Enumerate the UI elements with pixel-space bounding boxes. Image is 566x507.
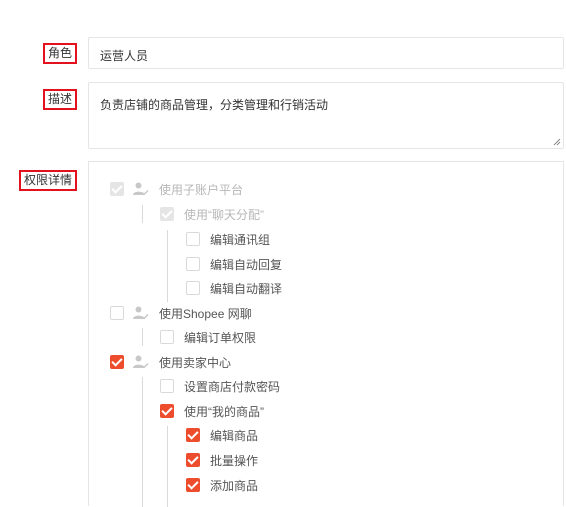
perm-label: 编辑商品 (210, 428, 259, 443)
checkbox[interactable] (186, 478, 200, 492)
checkbox[interactable] (110, 306, 124, 320)
role-label-text: 角色 (42, 43, 77, 64)
permissions-panel: 使用子账户平台 使用“聊天分配” 编辑通讯组 编辑自动回复 编辑自动翻译 使用S… (88, 161, 564, 507)
checkbox[interactable] (186, 232, 200, 246)
tree-line (142, 377, 143, 507)
checkbox[interactable] (186, 453, 200, 467)
checkbox[interactable] (186, 257, 200, 271)
perm-edit-products[interactable]: 编辑商品 (186, 426, 258, 444)
perm-my-products[interactable]: 使用“我的商品” (160, 402, 264, 420)
tree-line (142, 328, 143, 346)
perm-label: 设置商店付款密码 (184, 379, 281, 394)
permissions-label-text: 权限详情 (18, 170, 77, 191)
perm-edit-auto-translate[interactable]: 编辑自动翻译 (186, 279, 282, 297)
perm-chat-allocation[interactable]: 使用“聊天分配” (160, 205, 264, 223)
perm-edit-chat-group[interactable]: 编辑通讯组 (186, 230, 270, 248)
perm-label: 使用子账户平台 (159, 182, 244, 197)
perm-label: 使用Shopee 网聊 (159, 306, 252, 321)
perm-edit-auto-reply[interactable]: 编辑自动回复 (186, 255, 282, 273)
perm-edit-order-perms[interactable]: 编辑订单权限 (160, 328, 256, 346)
checkbox[interactable] (160, 404, 174, 418)
tree-line (167, 230, 168, 302)
perm-label: 添加商品 (210, 478, 259, 493)
role-label: 角色 (42, 43, 77, 64)
perm-label: 批量操作 (210, 453, 259, 468)
perm-label: 使用“聊天分配” (184, 207, 264, 222)
perm-label: 编辑自动翻译 (210, 281, 283, 296)
tree-line (167, 426, 168, 507)
perm-label: 编辑通讯组 (210, 232, 271, 247)
checkbox[interactable] (160, 207, 174, 221)
tree-line (142, 205, 143, 223)
role-input[interactable]: 运营人员 (88, 37, 564, 69)
perm-shopee-chat[interactable]: 使用Shopee 网聊 (110, 304, 252, 322)
permissions-label: 权限详情 (18, 170, 77, 191)
checkbox[interactable] (110, 355, 124, 369)
perm-label: 使用“我的商品” (184, 404, 264, 419)
perm-add-products[interactable]: 添加商品 (186, 476, 258, 494)
description-textarea[interactable]: 负责店铺的商品管理，分类管理和行销活动 (88, 82, 564, 149)
perm-label: 编辑订单权限 (184, 330, 257, 345)
perm-seller-centre[interactable]: 使用卖家中心 (110, 353, 231, 371)
checkbox[interactable] (186, 281, 200, 295)
checkbox[interactable] (160, 379, 174, 393)
description-label: 描述 (42, 89, 77, 110)
checkbox[interactable] (186, 428, 200, 442)
user-check-icon (133, 306, 149, 320)
perm-set-shop-payment-pwd[interactable]: 设置商店付款密码 (160, 377, 280, 395)
description-value: 负责店铺的商品管理，分类管理和行销活动 (100, 98, 329, 112)
perm-label: 使用卖家中心 (159, 355, 232, 370)
description-label-text: 描述 (42, 89, 77, 110)
user-check-icon (133, 355, 149, 369)
checkbox[interactable] (160, 330, 174, 344)
checkbox[interactable] (110, 182, 124, 196)
perm-sub-account-platform[interactable]: 使用子账户平台 (110, 180, 243, 198)
perm-label: 编辑自动回复 (210, 257, 283, 272)
user-check-icon (133, 182, 149, 196)
role-value: 运营人员 (100, 49, 149, 63)
resize-handle-icon[interactable] (553, 138, 561, 146)
perm-batch-ops[interactable]: 批量操作 (186, 451, 258, 469)
